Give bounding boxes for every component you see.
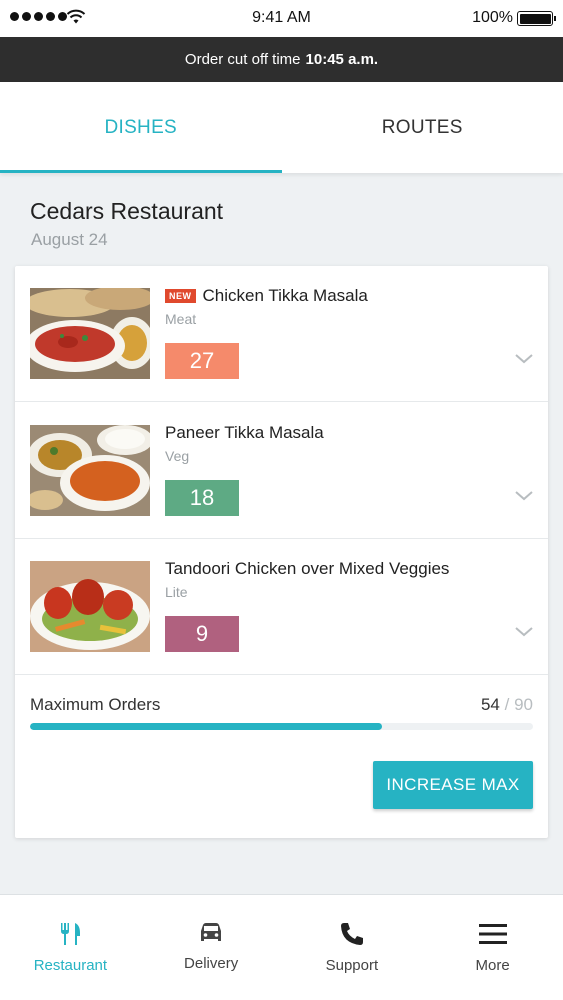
nav-more[interactable]: More <box>422 895 563 1000</box>
status-bar: 9:41 AM 100% <box>0 0 563 37</box>
chicken-tikka-masala-photo <box>30 288 150 379</box>
nav-label: Restaurant <box>33 957 108 974</box>
order-cutoff-banner: Order cut off time 10:45 a.m. <box>0 37 563 82</box>
battery-icon <box>517 11 556 26</box>
dish-name: Chicken Tikka Masala <box>202 286 368 305</box>
nav-label: More <box>475 957 510 974</box>
cutoff-label: Order cut off time <box>184 51 301 68</box>
dish-name: Tandoori Chicken over Mixed Veggies <box>165 559 450 578</box>
chevron-down-icon[interactable] <box>515 627 533 637</box>
restaurant-name: Cedars Restaurant <box>30 198 224 224</box>
max-orders-total: 90 <box>514 695 533 714</box>
new-badge: NEW <box>165 289 196 303</box>
max-orders-separator: / <box>504 695 510 714</box>
menu-icon <box>478 924 507 944</box>
max-orders-current: 54 <box>480 695 500 714</box>
battery-percent: 100% <box>472 9 513 26</box>
paneer-tikka-masala-photo <box>30 425 150 516</box>
dish-category: Lite <box>165 584 188 600</box>
cutoff-time: 10:45 a.m. <box>305 51 379 68</box>
dish-row[interactable]: Paneer Tikka Masala Veg 18 <box>15 403 548 539</box>
nav-support[interactable]: Support <box>282 895 423 1000</box>
tab-dishes[interactable]: DISHES <box>0 82 282 173</box>
dish-row[interactable]: Tandoori Chicken over Mixed Veggies Lite… <box>15 539 548 675</box>
order-count: 9 <box>165 616 239 652</box>
nav-restaurant[interactable]: Restaurant <box>0 895 141 1000</box>
dish-row[interactable]: NEW Chicken Tikka Masala Meat 27 <box>15 266 548 402</box>
order-count: 18 <box>165 480 239 516</box>
order-count: 27 <box>165 343 239 379</box>
fork-knife-icon <box>61 923 81 945</box>
increase-max-button[interactable]: INCREASE MAX <box>373 761 533 809</box>
bottom-nav: Restaurant Delivery Support More <box>0 894 563 1000</box>
max-orders-progress-bar <box>30 723 533 730</box>
phone-icon <box>340 923 363 945</box>
dish-title-row: NEW Chicken Tikka Masala <box>165 286 368 306</box>
tab-bar: DISHES ROUTES <box>0 82 563 173</box>
nav-label: Delivery <box>184 955 239 972</box>
car-icon <box>201 923 222 941</box>
dish-title-row: Paneer Tikka Masala <box>165 423 324 443</box>
chevron-down-icon[interactable] <box>515 354 533 364</box>
dish-name: Paneer Tikka Masala <box>165 423 324 442</box>
dishes-card: NEW Chicken Tikka Masala Meat 27 Paneer … <box>15 266 548 838</box>
tandoori-chicken-photo <box>30 561 150 652</box>
dish-category: Meat <box>165 311 197 327</box>
nav-delivery[interactable]: Delivery <box>141 895 282 1000</box>
chevron-down-icon[interactable] <box>515 491 533 501</box>
dish-title-row: Tandoori Chicken over Mixed Veggies <box>165 559 449 579</box>
progress-fill <box>30 723 383 730</box>
nav-label: Support <box>325 957 379 974</box>
tab-routes[interactable]: ROUTES <box>282 82 563 173</box>
dish-category: Veg <box>165 448 190 464</box>
max-orders-label: Maximum Orders <box>30 695 161 714</box>
restaurant-date: August 24 <box>31 230 108 249</box>
max-orders-value: 54 / 90 <box>481 695 533 715</box>
